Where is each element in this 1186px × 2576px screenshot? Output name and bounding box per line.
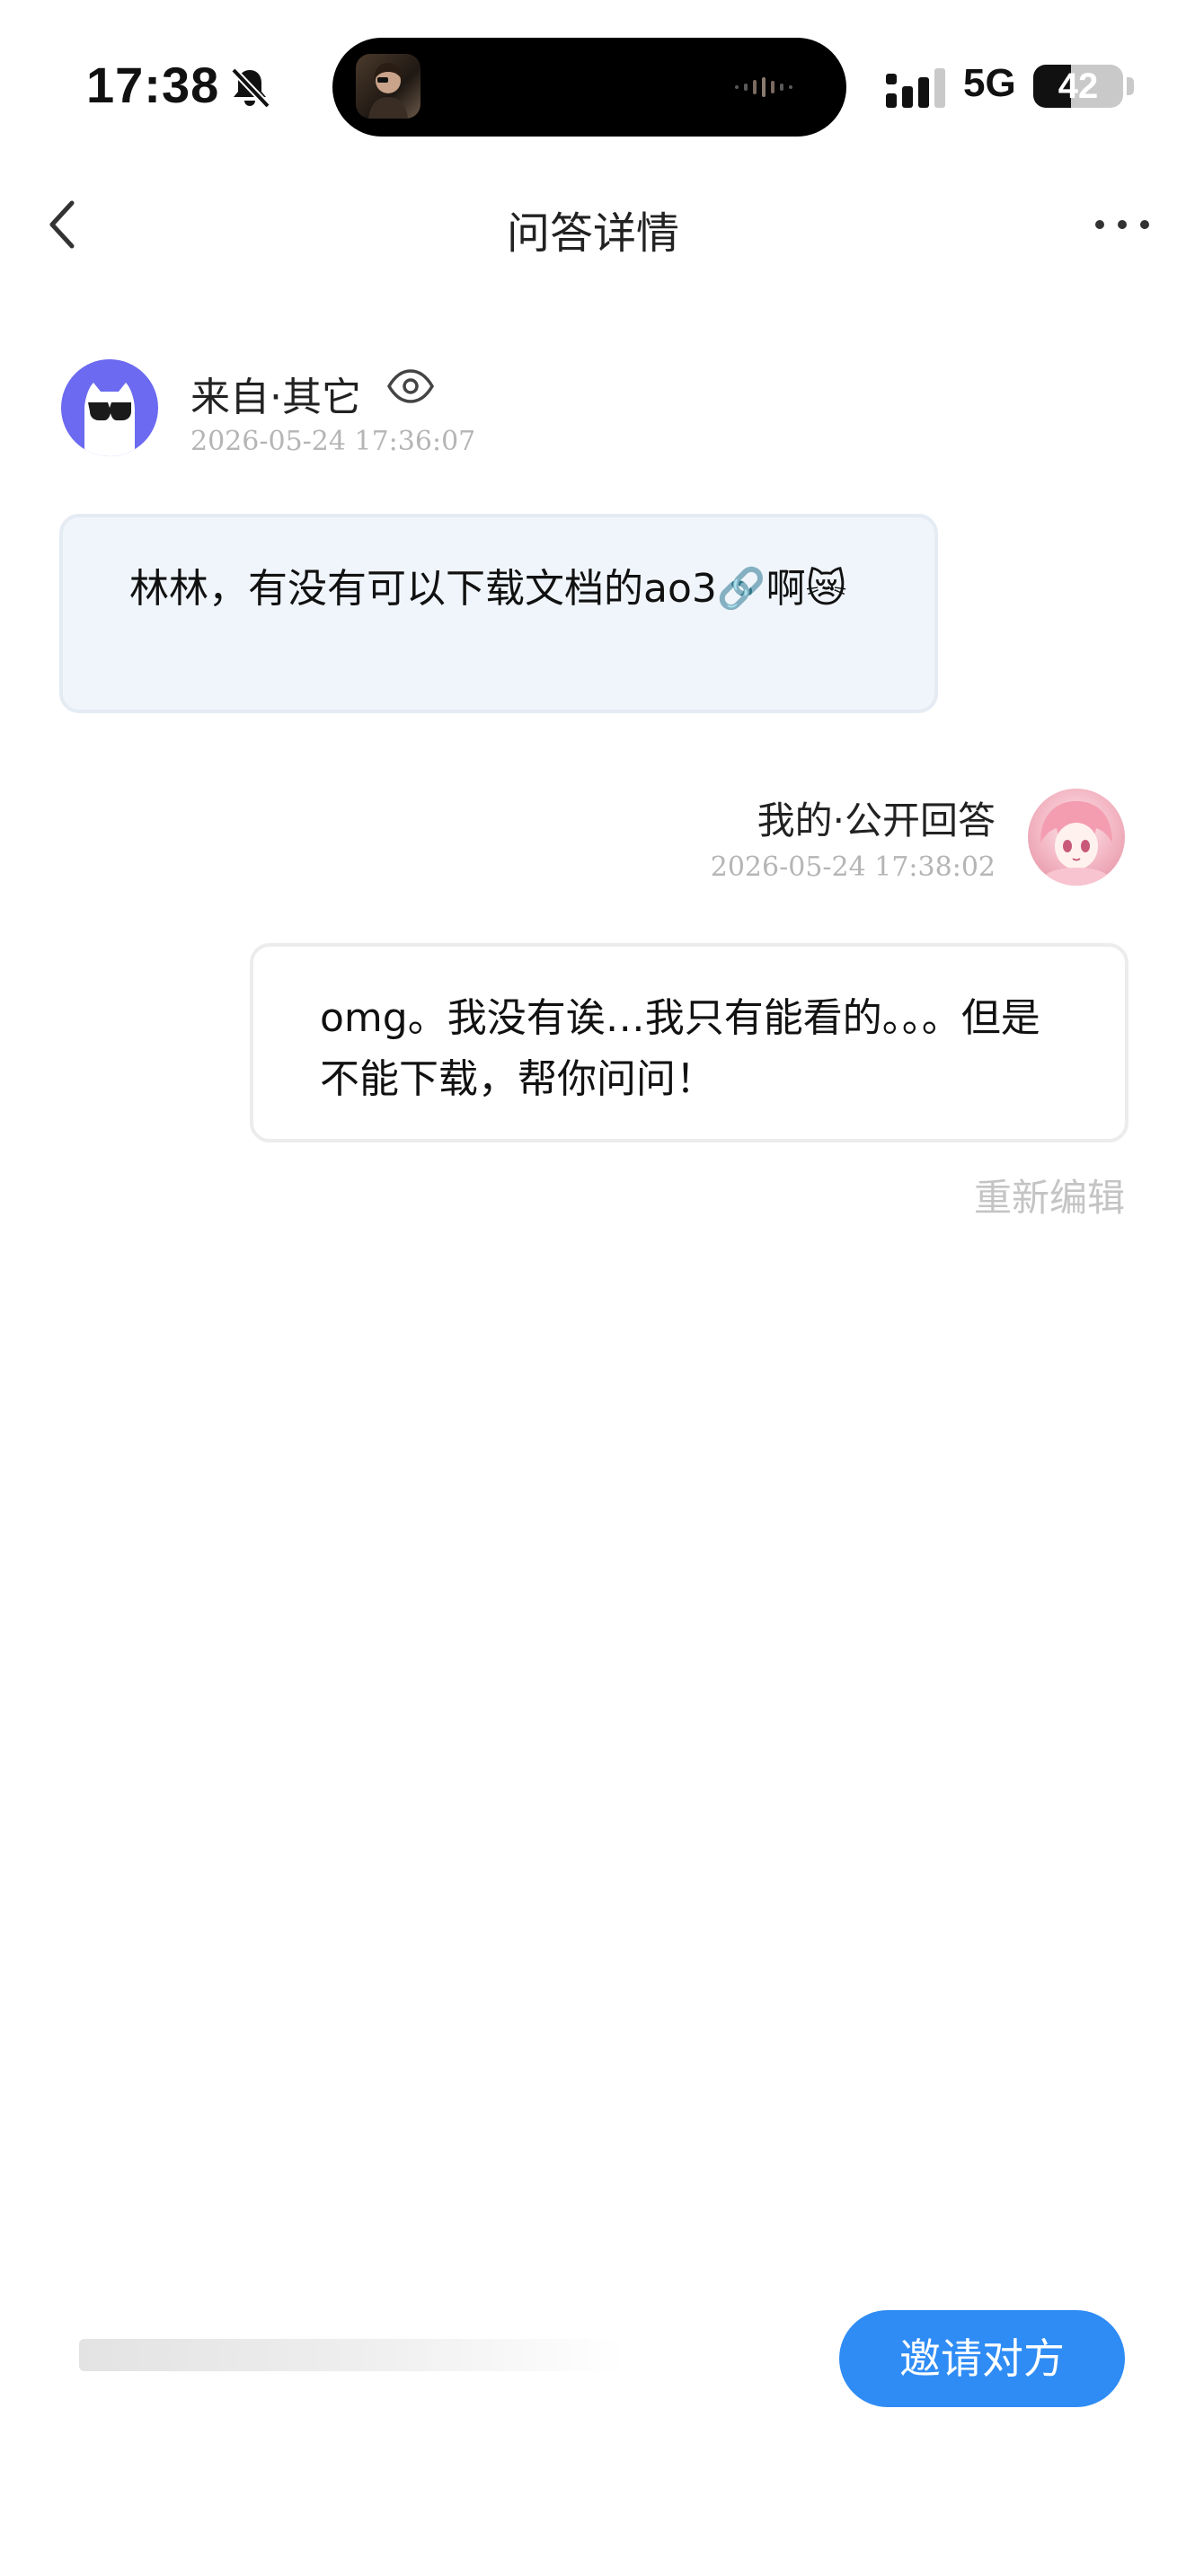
answer-time: 2026-05-24 17:38:02 <box>710 851 996 883</box>
answer-source: 我的·公开回答 <box>757 798 996 842</box>
battery-cap <box>1127 77 1134 95</box>
invite-button[interactable]: 邀请对方 <box>839 2310 1125 2407</box>
reedit-link[interactable]: 重新编辑 <box>974 1168 1125 1222</box>
asker-avatar[interactable] <box>61 359 158 456</box>
dynamic-island[interactable] <box>332 38 846 137</box>
page-title: 问答详情 <box>506 208 679 259</box>
answer-bubble: omg。我没有诶…我只有能看的。。。但是不能下载，帮你问问！ <box>250 943 1128 1142</box>
nav-bar: 问答详情 <box>0 171 1186 278</box>
more-options-icon[interactable] <box>1091 207 1154 243</box>
question-time: 2026-05-24 17:36:07 <box>190 426 476 457</box>
now-playing-thumbnail <box>356 54 420 119</box>
status-bar: 17:38 5G 42 <box>0 0 1186 171</box>
audio-wave-icon <box>735 77 792 97</box>
status-time: 17:38 <box>86 57 220 113</box>
answer-text: omg。我没有诶…我只有能看的。。。但是不能下载，帮你问问！ <box>320 995 1040 1102</box>
eye-icon[interactable] <box>386 366 435 406</box>
question-source: 来自·其它 <box>190 375 361 420</box>
user-avatar[interactable] <box>1028 789 1125 886</box>
bell-muted-icon <box>231 67 270 109</box>
question-text: 林林，有没有可以下载文档的ao3🔗啊😿 <box>129 566 847 612</box>
network-type: 5G <box>963 61 1016 105</box>
cellular-signal-icon <box>886 68 945 108</box>
battery-icon: 42 <box>1033 65 1123 108</box>
question-bubble: 林林，有没有可以下载文档的ao3🔗啊😿 <box>59 514 938 713</box>
battery-level: 42 <box>1058 66 1099 106</box>
loading-placeholder <box>79 2339 627 2371</box>
